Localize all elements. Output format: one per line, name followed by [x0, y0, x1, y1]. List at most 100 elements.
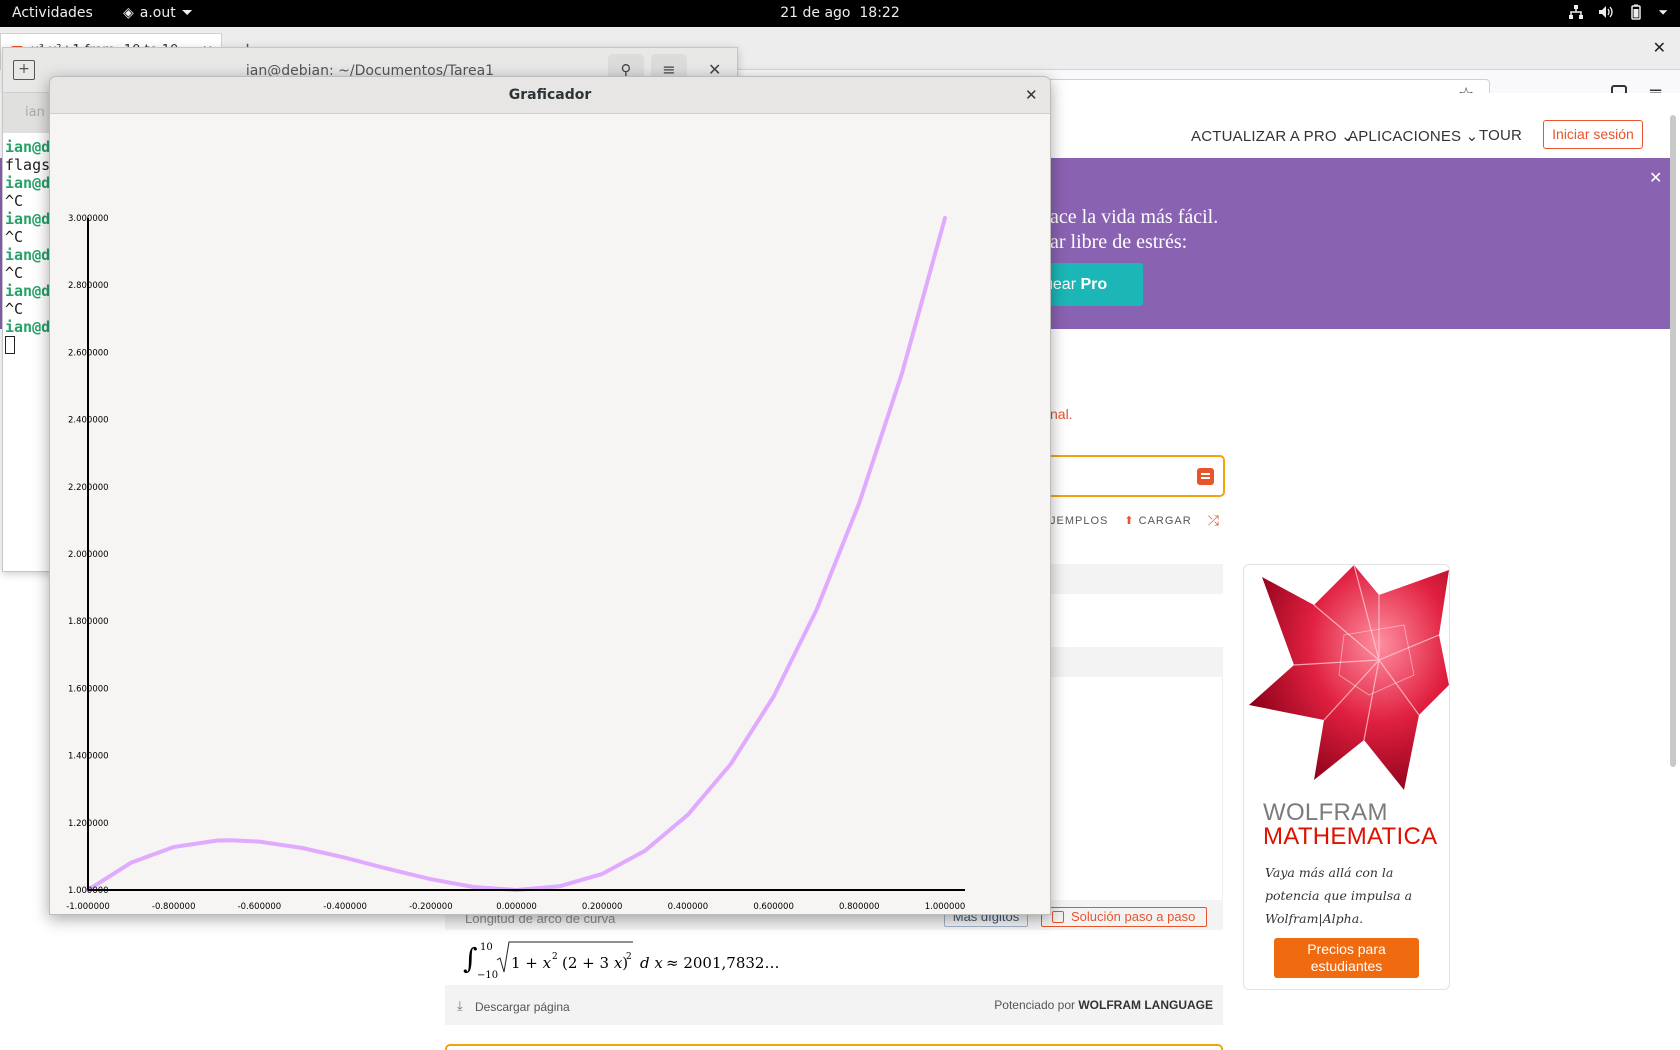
shell-prompt: ian@d — [5, 174, 51, 192]
y-tick-label: 1.400000 — [68, 752, 109, 762]
upgrade-pro-button[interactable]: uear Pro — [1040, 263, 1143, 306]
x-tick-label: 0.600000 — [753, 902, 794, 912]
promo-line-2: ar libre de estrés: — [1050, 231, 1188, 253]
shell-prompt: ian@d — [5, 138, 51, 156]
shell-prompt: ian@d — [5, 318, 51, 336]
x-tick-label: -1.000000 — [66, 902, 110, 912]
equals-button-icon[interactable] — [1197, 468, 1214, 485]
nav-apps-label: APLICACIONES — [1348, 128, 1462, 145]
terminal-line: ian@d — [5, 246, 50, 264]
powered-brand[interactable]: WOLFRAM LANGUAGE — [1078, 998, 1213, 1012]
upload-link[interactable]: ⬆ CARGAR — [1124, 514, 1191, 527]
terminal-line: ^C — [5, 264, 50, 282]
step-by-step-label: Solución paso a paso — [1071, 909, 1196, 924]
x-tick-label: 0.800000 — [839, 902, 880, 912]
terminal-line: flags — [5, 156, 50, 174]
graficador-title: Graficador — [508, 87, 592, 103]
step-by-step-button[interactable]: Solución paso a paso — [1041, 907, 1207, 927]
app-menu[interactable]: ◈ a.out ⏷ — [123, 5, 193, 21]
y-tick-label: 1.000000 — [68, 886, 109, 896]
nav-apps[interactable]: APLICACIONES ⌄ — [1348, 127, 1478, 145]
upload-label: CARGAR — [1138, 515, 1192, 527]
terminal-line: ian@d — [5, 210, 50, 228]
svg-text:1 + x: 1 + x — [511, 954, 552, 972]
examples-link[interactable]: JEMPLOS — [1050, 515, 1108, 527]
terminal-line: ^C — [5, 228, 50, 246]
svg-text:−10: −10 — [477, 970, 498, 980]
student-pricing-button[interactable]: Precios para estudiantes — [1274, 938, 1419, 978]
chevron-down-icon: ⌄ — [1465, 128, 1479, 145]
upgrade-pro-bold: Pro — [1080, 276, 1108, 293]
y-tick-label: 2.000000 — [68, 550, 109, 560]
terminal-line: ^C — [5, 192, 50, 210]
function-plot: -1.000000 -0.800000 -0.600000 -0.400000 -0.2… — [66, 214, 966, 912]
close-promo-icon[interactable]: ✕ — [1649, 168, 1662, 187]
svg-text:∫: ∫ — [463, 942, 478, 975]
app-name: a.out — [139, 5, 176, 21]
svg-text:d x: d x — [640, 954, 663, 972]
volume-icon — [1599, 6, 1614, 18]
terminal-text: ^C — [5, 264, 24, 282]
arc-length-result: ≈ 2001,7832… — [666, 954, 779, 972]
terminal-line: ^C — [5, 300, 50, 318]
power-menu-icon: ⏷ — [1658, 4, 1668, 19]
app-icon: ◈ — [123, 5, 134, 21]
terminal-text: flags — [5, 156, 51, 174]
y-tick-label: 2.200000 — [68, 483, 109, 493]
login-button[interactable]: Iniciar sesión — [1543, 120, 1643, 149]
page-footer: ⤓ Descargar página Potenciado por WOLFRA… — [445, 985, 1223, 1025]
system-tray[interactable]: ⏷ — [1568, 4, 1668, 20]
battery-icon — [1631, 4, 1642, 20]
nav-upgrade[interactable]: ACTUALIZAR A PRO ⌄ — [1191, 127, 1354, 145]
query-links: JEMPLOS ⬆ CARGAR ⤮ — [1050, 512, 1220, 529]
x-tick-label: 1.000000 — [925, 902, 966, 912]
shell-prompt: ian@d — [5, 282, 51, 300]
x-tick-label: 0.000000 — [496, 902, 537, 912]
mathematica-spikey-logo — [1249, 565, 1449, 790]
arc-length-formula: ∫ 10 −10 1 + x 2 (2 + 3 x) 2 d x ≈ 2001,… — [463, 941, 779, 980]
y-tick-label: 2.600000 — [68, 348, 109, 358]
svg-text:2: 2 — [626, 952, 632, 962]
nav-tour[interactable]: TOUR — [1479, 127, 1522, 144]
page-scrollbar[interactable] — [1670, 115, 1676, 767]
ad-brand-mathematica: MATHEMATICA — [1263, 823, 1438, 850]
y-tick-label: 1.600000 — [68, 684, 109, 694]
random-shuffle-icon[interactable]: ⤮ — [1208, 512, 1220, 529]
terminal-line: ian@d — [5, 174, 50, 192]
promo-line-1: ace la vida más fácil. — [1050, 206, 1219, 228]
y-tick-label: 3.000000 — [68, 214, 109, 224]
shell-prompt: ian@d — [5, 246, 51, 264]
y-tick-label: 1.200000 — [68, 819, 109, 829]
nav-upgrade-label: ACTUALIZAR A PRO — [1191, 128, 1337, 145]
terminal-text: ^C — [5, 300, 24, 318]
download-page-link[interactable]: Descargar página — [475, 1000, 570, 1014]
y-tick-label: 2.400000 — [68, 416, 109, 426]
close-graficador-button[interactable]: ✕ — [1025, 86, 1038, 104]
chevron-down-icon: ⏷ — [181, 5, 193, 21]
clock: 21 de ago 18:22 — [0, 5, 1680, 21]
powered-prefix: Potenciado por — [994, 998, 1079, 1012]
x-tick-label: 0.400000 — [668, 902, 709, 912]
terminal-cursor — [5, 336, 15, 354]
mathematica-ad[interactable]: WOLFRAM MATHEMATICA Vaya más allá con la… — [1243, 564, 1450, 990]
terminal-output[interactable]: ian@d flags ian@d ^C ian@d ^C ian@d ^C ian@d ^C ia… — [5, 138, 50, 354]
svg-text:10: 10 — [480, 942, 493, 953]
clock-time: 18:22 — [859, 5, 900, 21]
svg-text:(2 + 3 x): (2 + 3 x) — [562, 954, 628, 972]
terminal-line: ian@d — [5, 138, 50, 156]
upload-icon: ⬆ — [1124, 515, 1135, 527]
x-tick-label: -0.800000 — [152, 902, 196, 912]
activities-button[interactable]: Actividades — [12, 5, 93, 21]
powered-by: Potenciado por WOLFRAM LANGUAGE — [994, 998, 1213, 1012]
clock-button[interactable]: 21 de ago 18:22 — [780, 5, 900, 21]
x-tick-label: -0.200000 — [409, 902, 453, 912]
x-tick-label: 0.200000 — [582, 902, 623, 912]
next-query-box — [445, 1044, 1223, 1050]
terminal-text: ^C — [5, 192, 24, 210]
checkbox-icon — [1052, 911, 1064, 923]
series-line — [86, 216, 947, 892]
cursor-line — [5, 336, 50, 354]
graficador-window: Graficador ✕ -1.000000 -0.800000 -0.600000… — [49, 76, 1051, 915]
close-window-button[interactable]: ✕ — [1653, 38, 1666, 57]
arc-length-pod-body: ∫ 10 −10 1 + x 2 (2 + 3 x) 2 d x ≈ 2001,… — [445, 930, 1223, 985]
